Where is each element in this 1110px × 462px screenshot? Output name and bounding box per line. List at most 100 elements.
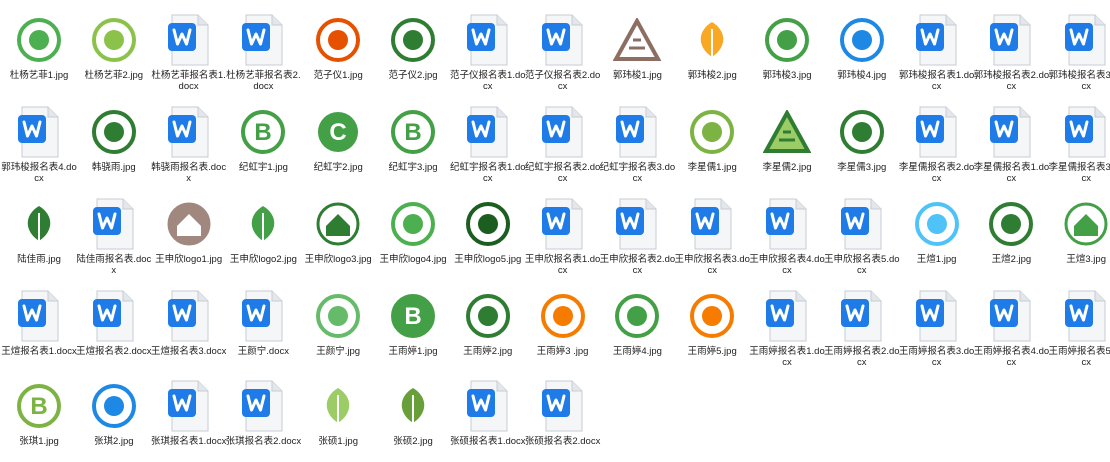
file-name-label: 李星儒1.jpg xyxy=(687,162,737,173)
file-item-image[interactable]: 杜杨艺菲2.jpg xyxy=(76,6,152,96)
file-item-image[interactable]: B 纪虹宇1.jpg xyxy=(225,98,301,188)
file-item-docx[interactable]: 王煊报名表1.docx xyxy=(1,282,77,372)
file-item-image[interactable]: 郭玮梭1.jpg xyxy=(599,6,675,96)
file-item-docx[interactable]: 王申欣报名表2.docx xyxy=(599,190,675,280)
file-item-docx[interactable]: 王申欣报名表5.docx xyxy=(824,190,900,280)
file-item-image[interactable]: 王申欣logo2.jpg xyxy=(225,190,301,280)
file-name-label: 王雨婷1.jpg xyxy=(388,346,438,357)
file-name-label: 王申欣logo1.jpg xyxy=(155,254,223,265)
file-item-image[interactable]: 王雨婷3 .jpg xyxy=(525,282,601,372)
file-name-label: 王雨婷3 .jpg xyxy=(536,346,589,357)
file-item-image[interactable]: 范子仪1.jpg xyxy=(300,6,376,96)
image-thumbnail-icon xyxy=(612,288,662,344)
file-item-docx[interactable]: 张琪报名表1.docx xyxy=(151,372,227,462)
file-item-image[interactable]: 王煊2.jpg xyxy=(973,190,1049,280)
file-item-docx[interactable]: 王雨婷报名表3.docx xyxy=(899,282,975,372)
file-item-image[interactable]: 陆佳雨.jpg xyxy=(1,190,77,280)
file-item-image[interactable]: 王煊1.jpg xyxy=(899,190,975,280)
file-name-label: 李星儒2.jpg xyxy=(762,162,812,173)
file-item-docx[interactable]: 纪虹宇报名表3.docx xyxy=(599,98,675,188)
file-item-docx[interactable]: 杜杨艺菲报名表1.docx xyxy=(151,6,227,96)
file-item-image[interactable]: 郭玮梭3.jpg xyxy=(749,6,825,96)
file-item-docx[interactable]: 张硕报名表1.docx xyxy=(450,372,526,462)
file-item-image[interactable]: 王雨婷4.jpg xyxy=(599,282,675,372)
file-item-docx[interactable]: 郭玮梭报名表4.docx xyxy=(1,98,77,188)
file-item-docx[interactable]: 王雨婷报名表1.docx xyxy=(749,282,825,372)
image-thumbnail-icon xyxy=(687,288,737,344)
image-thumbnail-icon xyxy=(14,196,64,252)
file-item-docx[interactable]: 王雨婷报名表4.docx xyxy=(973,282,1049,372)
file-item-docx[interactable]: 王申欣报名表3.docx xyxy=(674,190,750,280)
file-item-image[interactable]: 王雨婷2.jpg xyxy=(450,282,526,372)
file-name-label: 王申欣报名表2.docx xyxy=(599,254,676,276)
file-item-image[interactable]: 李星儒1.jpg xyxy=(674,98,750,188)
file-item-docx[interactable]: 陆佳雨报名表.docx xyxy=(76,190,152,280)
file-item-image[interactable]: B 王雨婷1.jpg xyxy=(375,282,451,372)
svg-text:B: B xyxy=(404,119,421,146)
file-item-docx[interactable]: 纪虹宇报名表2.docx xyxy=(525,98,601,188)
word-doc-icon xyxy=(837,288,887,344)
file-item-image[interactable]: B 纪虹宇3.jpg xyxy=(375,98,451,188)
file-item-docx[interactable]: 李星儒报名表1.docx xyxy=(973,98,1049,188)
image-thumbnail-icon: C xyxy=(313,104,363,160)
word-doc-icon xyxy=(612,196,662,252)
file-item-docx[interactable]: 王雨婷报名表5.docx xyxy=(1048,282,1110,372)
file-name-label: 范子仪报名表2.docx xyxy=(524,70,601,92)
file-item-docx[interactable]: 王雨婷报名表2.docx xyxy=(824,282,900,372)
image-thumbnail-icon xyxy=(612,12,662,68)
file-name-label: 杜杨艺菲1.jpg xyxy=(9,70,69,81)
file-item-image[interactable]: 王申欣logo1.jpg xyxy=(151,190,227,280)
file-name-label: 纪虹宇2.jpg xyxy=(313,162,363,173)
file-item-image[interactable]: 王申欣logo4.jpg xyxy=(375,190,451,280)
file-item-image[interactable]: 张硕2.jpg xyxy=(375,372,451,462)
file-item-image[interactable]: 郭玮梭2.jpg xyxy=(674,6,750,96)
file-item-image[interactable]: 张硕1.jpg xyxy=(300,372,376,462)
file-item-docx[interactable]: 王煊报名表2.docx xyxy=(76,282,152,372)
file-item-docx[interactable]: 王煊报名表3.docx xyxy=(151,282,227,372)
file-item-docx[interactable]: 张琪报名表2.docx xyxy=(225,372,301,462)
file-item-docx[interactable]: 李星儒报名表2.docx xyxy=(899,98,975,188)
file-item-docx[interactable]: 杜杨艺菲报名表2.docx xyxy=(225,6,301,96)
file-item-image[interactable]: 韩骁雨.jpg xyxy=(76,98,152,188)
file-item-image[interactable]: C 纪虹宇2.jpg xyxy=(300,98,376,188)
word-doc-icon xyxy=(14,288,64,344)
image-thumbnail-icon xyxy=(313,196,363,252)
file-item-image[interactable]: 杜杨艺菲1.jpg xyxy=(1,6,77,96)
file-item-docx[interactable]: 张硕报名表2.docx xyxy=(525,372,601,462)
word-doc-icon xyxy=(238,288,288,344)
file-item-image[interactable]: 王煊3.jpg xyxy=(1048,190,1110,280)
file-name-label: 王颜宁.docx xyxy=(237,346,289,357)
file-name-label: 张硕报名表2.docx xyxy=(524,436,601,447)
file-item-docx[interactable]: 李星儒报名表3.docx xyxy=(1048,98,1110,188)
word-doc-icon xyxy=(463,104,513,160)
file-item-image[interactable]: 王雨婷5.jpg xyxy=(674,282,750,372)
file-item-docx[interactable]: 郭玮梭报名表3.docx xyxy=(1048,6,1110,96)
file-item-docx[interactable]: 范子仪报名表1.docx xyxy=(450,6,526,96)
file-item-docx[interactable]: 王申欣报名表4.docx xyxy=(749,190,825,280)
file-name-label: 纪虹宇报名表3.docx xyxy=(599,162,676,184)
file-name-label: 韩骁雨.jpg xyxy=(91,162,136,173)
file-item-image[interactable]: 张琪2.jpg xyxy=(76,372,152,462)
file-item-docx[interactable]: 纪虹宇报名表1.docx xyxy=(450,98,526,188)
file-item-image[interactable]: 范子仪2.jpg xyxy=(375,6,451,96)
file-item-image[interactable]: 王申欣logo3.jpg xyxy=(300,190,376,280)
file-item-docx[interactable]: 郭玮梭报名表1.docx xyxy=(899,6,975,96)
file-name-label: 郭玮梭3.jpg xyxy=(762,70,812,81)
file-item-image[interactable]: B 张琪1.jpg xyxy=(1,372,77,462)
file-name-label: 李星儒3.jpg xyxy=(837,162,887,173)
file-item-image[interactable]: 王申欣logo5.jpg xyxy=(450,190,526,280)
file-item-image[interactable]: 李星儒3.jpg xyxy=(824,98,900,188)
file-item-docx[interactable]: 范子仪报名表2.docx xyxy=(525,6,601,96)
file-item-image[interactable]: 王颜宁.jpg xyxy=(300,282,376,372)
image-thumbnail-icon xyxy=(463,288,513,344)
file-item-docx[interactable]: 王申欣报名表1.docx xyxy=(525,190,601,280)
image-thumbnail-icon xyxy=(388,378,438,434)
file-item-image[interactable]: 李星儒2.jpg xyxy=(749,98,825,188)
file-item-image[interactable]: 郭玮梭4.jpg xyxy=(824,6,900,96)
image-thumbnail-icon xyxy=(762,104,812,160)
file-name-label: 王雨婷5.jpg xyxy=(687,346,737,357)
file-item-docx[interactable]: 王颜宁.docx xyxy=(225,282,301,372)
file-item-docx[interactable]: 郭玮梭报名表2.docx xyxy=(973,6,1049,96)
image-thumbnail-icon xyxy=(912,196,962,252)
file-item-docx[interactable]: 韩骁雨报名表.docx xyxy=(151,98,227,188)
